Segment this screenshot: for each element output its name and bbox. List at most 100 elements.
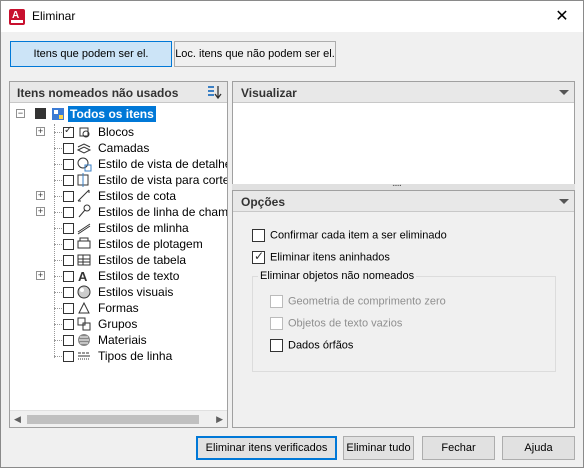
close-window-button[interactable]: ✕	[541, 1, 583, 32]
groups-icon	[77, 317, 91, 331]
options-collapse-icon[interactable]	[559, 199, 569, 204]
tree-item[interactable]: Tipos de linha	[10, 348, 227, 364]
close-label: Fechar	[441, 442, 476, 454]
named-items-panel: Itens nomeados não usados − Todos os ite…	[9, 81, 228, 428]
orphan-data-checkbox[interactable]	[270, 339, 283, 352]
tree-item[interactable]: + A Estilos de texto	[10, 268, 227, 284]
named-items-title: Itens nomeados não usados	[17, 86, 179, 100]
multileader-style-icon	[78, 204, 91, 218]
tree-item-checkbox[interactable]	[63, 125, 74, 138]
tab-purgeable-items[interactable]: Itens que podem ser el.	[10, 41, 172, 67]
layers-icon	[76, 143, 92, 154]
expand-toggle[interactable]: +	[36, 191, 45, 200]
tree-item-label: Estilos de cota	[98, 189, 177, 203]
tree-connector	[54, 340, 62, 341]
close-button[interactable]: Fechar	[422, 436, 495, 460]
tree-item[interactable]: Materiais	[10, 332, 227, 348]
tree-connector	[54, 356, 62, 357]
confirm-each-label: Confirmar cada item a ser eliminado	[270, 229, 447, 242]
table-style-icon	[77, 254, 91, 266]
tree-item-checkbox[interactable]	[63, 159, 74, 170]
tree-item-checkbox[interactable]	[63, 335, 74, 346]
tree-connector	[54, 132, 62, 133]
tree-connector	[54, 292, 62, 293]
materials-icon	[78, 334, 90, 346]
zero-length-label: Geometria de comprimento zero	[288, 295, 446, 308]
tab-purgeable-items-label: Itens que podem ser el.	[33, 48, 149, 60]
dimension-style-icon	[77, 189, 90, 202]
horizontal-scrollbar[interactable]: ◀ ▶	[10, 410, 227, 427]
linetypes-icon	[78, 352, 90, 360]
tree-item-label: Estilos de plotagem	[98, 237, 203, 251]
scroll-left-icon[interactable]: ◀	[14, 414, 21, 425]
orphan-data-option[interactable]: Dados órfãos	[270, 339, 353, 352]
tree-item-label: Estilos de texto	[98, 269, 180, 283]
plot-style-icon	[77, 237, 91, 249]
help-label: Ajuda	[524, 442, 553, 454]
tree-connector	[54, 148, 62, 149]
tree-item[interactable]: Estilo de vista para corte	[10, 172, 227, 188]
tree-connector	[54, 212, 62, 213]
tree-item[interactable]: + Estilos de cota	[10, 188, 227, 204]
purge-all-button[interactable]: Eliminar tudo	[343, 436, 414, 460]
empty-text-option: Objetos de texto vazios	[270, 317, 402, 330]
orphan-data-label: Dados órfãos	[288, 339, 354, 352]
zero-length-option: Geometria de comprimento zero	[270, 295, 446, 308]
tree-item[interactable]: Estilos de tabela	[10, 252, 227, 268]
help-button[interactable]: Ajuda	[502, 436, 575, 460]
root-label[interactable]: Todos os itens	[68, 106, 156, 122]
preview-collapse-icon[interactable]	[559, 90, 569, 95]
tab-non-purgeable-items[interactable]: Loc. itens que não podem ser el.	[174, 41, 336, 67]
tree-item-checkbox[interactable]	[63, 239, 74, 250]
purge-checked-button[interactable]: Eliminar itens verificados	[196, 436, 337, 460]
tree-item-label: Formas	[98, 301, 139, 315]
tree-item[interactable]: Formas	[10, 300, 227, 316]
preview-title: Visualizar	[241, 86, 297, 100]
tree-item-checkbox[interactable]	[63, 191, 74, 202]
scroll-thumb[interactable]	[27, 415, 199, 424]
tree-item[interactable]: + Estilos de linha de chamada m	[10, 204, 227, 220]
items-tree[interactable]: − Todos os itens + Blocos Camadas Estilo de…	[10, 104, 227, 410]
tree-item[interactable]: Estilo de vista de detalhe	[10, 156, 227, 172]
tree-item-checkbox[interactable]	[63, 287, 74, 298]
tree-item-checkbox[interactable]	[63, 319, 74, 330]
detail-view-style-icon	[77, 157, 92, 172]
tree-item-checkbox[interactable]	[63, 255, 74, 266]
expand-toggle[interactable]: +	[36, 207, 45, 216]
options-header[interactable]: Opções	[233, 191, 574, 212]
tree-item-label: Estilo de vista de detalhe	[98, 157, 227, 171]
purge-nested-label: Eliminar itens aninhados	[270, 251, 390, 264]
root-checkbox[interactable]	[35, 108, 46, 119]
tree-item-label: Estilos de tabela	[98, 253, 187, 267]
autocad-app-icon: A	[9, 9, 25, 25]
tree-item[interactable]: Estilos de mlinha	[10, 220, 227, 236]
tree-item-checkbox[interactable]	[63, 351, 74, 362]
all-items-icon	[52, 108, 64, 120]
tree-item-checkbox[interactable]	[63, 271, 74, 282]
confirm-each-checkbox[interactable]	[252, 229, 265, 242]
tree-item-checkbox[interactable]	[63, 143, 74, 154]
tree-item[interactable]: Grupos	[10, 316, 227, 332]
tree-item[interactable]: Camadas	[10, 140, 227, 156]
confirm-each-option[interactable]: Confirmar cada item a ser eliminado	[252, 229, 447, 242]
preview-header[interactable]: Visualizar	[233, 82, 574, 103]
scroll-right-icon[interactable]: ▶	[216, 414, 223, 425]
preview-panel: Visualizar	[232, 81, 575, 185]
tree-item-checkbox[interactable]	[63, 223, 74, 234]
tree-item-checkbox[interactable]	[63, 207, 74, 218]
options-title: Opções	[241, 195, 286, 209]
tree-connector	[54, 228, 62, 229]
tree-item-checkbox[interactable]	[63, 175, 74, 186]
tree-item[interactable]: Estilos de plotagem	[10, 236, 227, 252]
tree-item[interactable]: Estilos visuais	[10, 284, 227, 300]
expand-toggle[interactable]: +	[36, 271, 45, 280]
purge-nested-checkbox[interactable]	[252, 249, 265, 264]
empty-text-label: Objetos de texto vazios	[288, 317, 403, 330]
sort-icon[interactable]	[207, 84, 223, 100]
root-collapse-toggle[interactable]: −	[16, 109, 25, 118]
tree-item[interactable]: + Blocos	[10, 124, 227, 140]
purge-nested-option[interactable]: Eliminar itens aninhados	[252, 249, 390, 264]
tree-item-checkbox[interactable]	[63, 303, 74, 314]
tree-connector	[54, 244, 62, 245]
expand-toggle[interactable]: +	[36, 127, 45, 136]
